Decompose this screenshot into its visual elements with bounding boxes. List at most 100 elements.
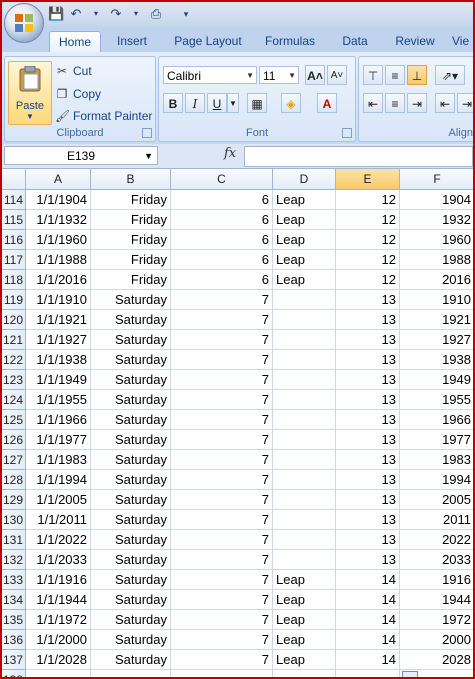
cell-b[interactable]: Saturday <box>91 550 171 570</box>
cell-e[interactable]: 13 <box>336 290 400 310</box>
cell-b[interactable]: Saturday <box>91 630 171 650</box>
cell-c[interactable]: 7 <box>171 590 273 610</box>
copy-button[interactable]: ❐ Copy <box>55 84 101 104</box>
cell-b[interactable]: Saturday <box>91 570 171 590</box>
cell-f[interactable]: 1983 <box>400 450 473 470</box>
row-header[interactable]: 135 <box>2 610 26 630</box>
cell-b[interactable]: Saturday <box>91 350 171 370</box>
name-box[interactable]: E139 ▼ <box>4 146 158 165</box>
cell-e[interactable]: 13 <box>336 310 400 330</box>
cell-a[interactable]: 1/1/1916 <box>26 570 91 590</box>
cell-b[interactable] <box>91 670 171 677</box>
cell-d[interactable]: Leap <box>273 610 336 630</box>
cell-a[interactable]: 1/1/2011 <box>26 510 91 530</box>
cell-e[interactable]: 12 <box>336 230 400 250</box>
bold-button[interactable]: B <box>163 93 183 113</box>
row-header[interactable]: 116 <box>2 230 26 250</box>
cell-c[interactable]: 7 <box>171 350 273 370</box>
cell-d[interactable] <box>273 430 336 450</box>
cell-c[interactable] <box>171 670 273 677</box>
shrink-font-button[interactable]: A˅ <box>327 65 347 85</box>
cell-f[interactable]: 2005 <box>400 490 473 510</box>
row-header[interactable]: 115 <box>2 210 26 230</box>
cell-d[interactable]: Leap <box>273 250 336 270</box>
cell-c[interactable]: 6 <box>171 190 273 210</box>
cell-e[interactable]: 14 <box>336 570 400 590</box>
cell-e[interactable]: 13 <box>336 490 400 510</box>
cell-a[interactable]: 1/1/2033 <box>26 550 91 570</box>
cell-d[interactable] <box>273 310 336 330</box>
cell-d[interactable] <box>273 290 336 310</box>
cell-a[interactable]: 1/1/1932 <box>26 210 91 230</box>
cell-f[interactable]: 1944 <box>400 590 473 610</box>
cell-c[interactable]: 7 <box>171 630 273 650</box>
cell-a[interactable]: 1/1/2028 <box>26 650 91 670</box>
cell-a[interactable]: 1/1/2000 <box>26 630 91 650</box>
cell-a[interactable]: 1/1/1904 <box>26 190 91 210</box>
cell-c[interactable]: 7 <box>171 570 273 590</box>
cell-d[interactable]: Leap <box>273 650 336 670</box>
cell-e[interactable]: 13 <box>336 430 400 450</box>
align-left-button[interactable]: ⇤ <box>363 93 383 113</box>
select-all-corner[interactable] <box>2 169 26 190</box>
row-header[interactable]: 118 <box>2 270 26 290</box>
cell-a[interactable]: 1/1/2005 <box>26 490 91 510</box>
cell-e[interactable]: 13 <box>336 330 400 350</box>
tab-formulas[interactable]: Formulas <box>257 31 323 52</box>
cell-a[interactable]: 1/1/1921 <box>26 310 91 330</box>
cell-e[interactable]: 13 <box>336 350 400 370</box>
font-launcher-icon[interactable] <box>342 128 352 138</box>
borders-button[interactable]: ▦ <box>247 93 267 113</box>
cell-c[interactable]: 7 <box>171 450 273 470</box>
tab-insert[interactable]: Insert <box>106 31 158 52</box>
cell-b[interactable]: Friday <box>91 270 171 290</box>
cell-d[interactable]: Leap <box>273 590 336 610</box>
cell-f[interactable]: 1966 <box>400 410 473 430</box>
cell-d[interactable]: Leap <box>273 190 336 210</box>
cell-d[interactable] <box>273 510 336 530</box>
cell-f[interactable]: 1927 <box>400 330 473 350</box>
tab-page-layout[interactable]: Page Layout <box>167 31 249 52</box>
cell-c[interactable]: 6 <box>171 270 273 290</box>
cell-c[interactable]: 7 <box>171 390 273 410</box>
print-preview-icon[interactable]: ⎙ <box>148 6 164 22</box>
cell-f[interactable]: 1910 <box>400 290 473 310</box>
cell-a[interactable]: 1/1/2022 <box>26 530 91 550</box>
cell-a[interactable] <box>26 670 91 677</box>
cell-e[interactable]: 13 <box>336 370 400 390</box>
cell-f[interactable]: 1977 <box>400 430 473 450</box>
cell-f[interactable]: 1904 <box>400 190 473 210</box>
paste-dropdown-icon[interactable]: ▼ <box>9 112 51 121</box>
cell-a[interactable]: 1/1/1938 <box>26 350 91 370</box>
formula-input[interactable] <box>244 146 473 167</box>
cut-button[interactable]: ✂ Cut <box>55 61 92 81</box>
office-button[interactable] <box>4 3 44 43</box>
row-header[interactable]: 119 <box>2 290 26 310</box>
cell-c[interactable]: 7 <box>171 330 273 350</box>
underline-button[interactable]: U <box>207 93 227 113</box>
row-header[interactable]: 129 <box>2 490 26 510</box>
cell-c[interactable]: 7 <box>171 490 273 510</box>
column-header-c[interactable]: C <box>171 169 273 190</box>
cell-e[interactable]: 13 <box>336 410 400 430</box>
tab-view[interactable]: Vie <box>452 31 473 52</box>
cell-a[interactable]: 1/1/1949 <box>26 370 91 390</box>
row-header[interactable]: 122 <box>2 350 26 370</box>
cell-f[interactable]: 2028 <box>400 650 473 670</box>
cell-d[interactable]: Leap <box>273 210 336 230</box>
cell-a[interactable]: 1/1/1966 <box>26 410 91 430</box>
cell-e[interactable]: 13 <box>336 530 400 550</box>
row-header[interactable]: 131 <box>2 530 26 550</box>
cell-b[interactable]: Saturday <box>91 450 171 470</box>
tab-home[interactable]: Home <box>49 31 101 53</box>
row-header[interactable]: 136 <box>2 630 26 650</box>
cell-c[interactable]: 7 <box>171 610 273 630</box>
cell-e[interactable]: 14 <box>336 630 400 650</box>
row-header[interactable]: 123 <box>2 370 26 390</box>
decrease-indent-button[interactable]: ⇤ <box>435 93 455 113</box>
row-header[interactable]: 124 <box>2 390 26 410</box>
cell-f[interactable]: 1994 <box>400 470 473 490</box>
cell-b[interactable]: Friday <box>91 210 171 230</box>
cell-e[interactable]: 13 <box>336 510 400 530</box>
column-header-f[interactable]: F <box>400 169 473 190</box>
